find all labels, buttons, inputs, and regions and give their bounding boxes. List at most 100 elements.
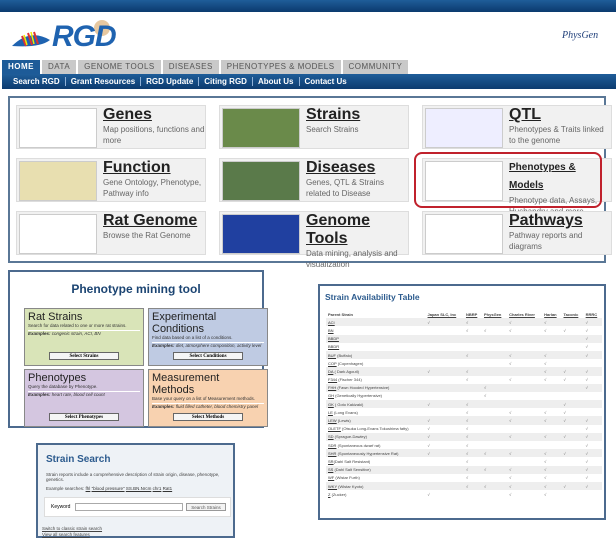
select-button[interactable]: Select Methods (173, 413, 243, 421)
nav-about-us[interactable]: About Us (253, 77, 300, 86)
check-icon: √ (585, 467, 588, 473)
availability-cell: √ (542, 457, 561, 465)
nav-rgd-update[interactable]: RGD Update (141, 77, 200, 86)
strain-cell: LE (Long Evans) (328, 409, 358, 415)
check-icon: √ (509, 377, 512, 383)
column-header[interactable]: Japan SLC, Inc (426, 310, 464, 318)
check-icon: √ (465, 442, 469, 448)
tab-genome-tools[interactable]: GENOME TOOLS (78, 60, 161, 74)
tile-title[interactable]: Function (103, 159, 205, 177)
tile-title[interactable]: Rat Genome (103, 212, 197, 230)
availability-cell: √ (507, 318, 543, 327)
tile-strains[interactable]: Strains Search Strains (219, 105, 409, 149)
strain-link[interactable]: BUF (328, 353, 336, 358)
example-link[interactable]: "blood pressure" (92, 486, 125, 491)
strain-link[interactable]: BBDR (328, 344, 339, 349)
column-header[interactable]: RRRC (584, 310, 602, 318)
availability-cell: √ (584, 441, 602, 449)
tile-pathways[interactable]: Pathways Pathway reports and diagrams (422, 211, 612, 255)
strain-link[interactable]: BBDP (328, 336, 339, 341)
pmt-box-title: Rat Strains (28, 311, 83, 323)
availability-cell: √ (463, 318, 483, 327)
strain-link[interactable]: ACI (328, 320, 335, 325)
search-strains-button[interactable]: Search Strains (186, 503, 226, 511)
tile-rat-genome[interactable]: Rat Genome Browse the Rat Genome (16, 211, 206, 255)
all-search-features-link[interactable]: View all search features (42, 532, 90, 537)
availability-cell: √ (507, 481, 543, 491)
column-header[interactable]: Harlan (542, 310, 561, 318)
availability-cell (507, 425, 542, 433)
example-link[interactable]: fhl (86, 486, 91, 491)
strain-link[interactable]: BN (328, 328, 334, 333)
tile-title[interactable]: Diseases (306, 159, 408, 177)
table-row: COP (Copenhagen) √ √ (326, 359, 602, 367)
select-button[interactable]: Select Conditions (173, 352, 243, 360)
tile-thumbnail-image (222, 108, 300, 148)
strain-cell: BBDR (326, 343, 426, 351)
strain-link[interactable]: F344 (328, 377, 337, 382)
column-header[interactable]: PhysGen (482, 310, 507, 318)
tile-title[interactable]: Strains (306, 106, 360, 124)
strain-link[interactable]: OLETF (328, 426, 341, 431)
tab-diseases[interactable]: DISEASES (162, 60, 219, 74)
tab-data[interactable]: DATA (42, 60, 77, 74)
column-header[interactable]: Taconic (562, 310, 584, 318)
availability-cell: √ (542, 326, 561, 334)
table-row: F344 (Fischer 344) √ √ √ √ √ (326, 376, 602, 384)
availability-cell: √ (463, 416, 483, 425)
column-header[interactable]: Charles River (507, 310, 542, 318)
availability-cell: √ (482, 392, 507, 400)
availability-cell: √ (464, 408, 482, 416)
pmt-box-examples: Examples: heart rate, blood cell count (28, 391, 140, 398)
tile-title[interactable]: Genes (103, 106, 205, 124)
tile-title[interactable]: Genome Tools (306, 212, 408, 248)
availability-cell (482, 376, 507, 384)
availability-cell: √ (463, 400, 483, 409)
select-button[interactable]: Select Phenotypes (49, 413, 119, 421)
column-header[interactable]: NBRP (464, 310, 482, 318)
check-icon: √ (465, 377, 469, 383)
availability-cell: √ (562, 326, 584, 334)
nav-contact-us[interactable]: Contact Us (300, 77, 352, 86)
example-link[interactable]: Rat1 (163, 486, 173, 491)
check-icon: √ (585, 450, 588, 456)
strain-link[interactable]: LEW (328, 418, 337, 423)
tab-phenotypes-models[interactable]: PHENOTYPES & MODELS (220, 60, 341, 74)
strain-link[interactable]: WKY (328, 484, 337, 489)
nav-search-rgd[interactable]: Search RGD (8, 77, 66, 86)
table-row: SD (Sprague-Dawley) √ √ √ √ √ √ (326, 432, 602, 441)
check-icon: √ (585, 377, 588, 383)
physgen-logo[interactable]: PhysGen (562, 30, 598, 41)
availability-cell: √ (463, 350, 483, 360)
example-link[interactable]: chr1 (153, 486, 162, 491)
availability-cell: √ (507, 408, 542, 416)
tile-function[interactable]: Function Gene Ontology, Phenotype, Pathwa… (16, 158, 206, 202)
nav-citing-rgd[interactable]: Citing RGD (199, 77, 253, 86)
nav-grant-resources[interactable]: Grant Resources (66, 77, 142, 86)
check-icon: √ (585, 368, 588, 374)
strain-search-desc: Strain reports include a comprehensive d… (46, 472, 220, 482)
example-link[interactable]: SS.BN.Nrcm (126, 486, 152, 491)
check-icon: √ (465, 450, 469, 456)
tile-genome-tools[interactable]: Genome Tools Data mining, analysis and vi… (219, 211, 409, 269)
strain-link[interactable]: FHH (328, 385, 336, 390)
classic-search-link[interactable]: Switch to classic strain search (42, 526, 102, 531)
tile-qtl[interactable]: QTL Phenotypes & Traits linked to the gen… (422, 105, 612, 149)
tile-title[interactable]: Pathways (509, 212, 611, 230)
check-icon: √ (509, 418, 512, 424)
tile-genes[interactable]: Genes Map positions, functions and more (16, 105, 206, 149)
pmt-box-desc: Find data based on a list of a condition… (152, 335, 233, 340)
availability-cell: √ (584, 425, 602, 433)
tab-community[interactable]: COMMUNITY (342, 60, 409, 74)
table-row: Z (Zucker) √ √ √ (326, 490, 602, 498)
availability-cell: √ (464, 457, 482, 465)
check-icon: √ (484, 385, 487, 391)
tile-diseases[interactable]: Diseases Genes, QTL & Strains related to … (219, 158, 409, 202)
select-button[interactable]: Select Strains (49, 352, 119, 360)
check-icon: √ (563, 483, 566, 489)
tab-home[interactable]: HOME (2, 60, 40, 74)
tile-title[interactable]: QTL (509, 106, 611, 124)
strain-link[interactable]: COP (328, 361, 337, 366)
keyword-input[interactable] (75, 503, 183, 511)
pmt-box-examples: Examples: diet, atmosphere composition, … (152, 342, 264, 349)
